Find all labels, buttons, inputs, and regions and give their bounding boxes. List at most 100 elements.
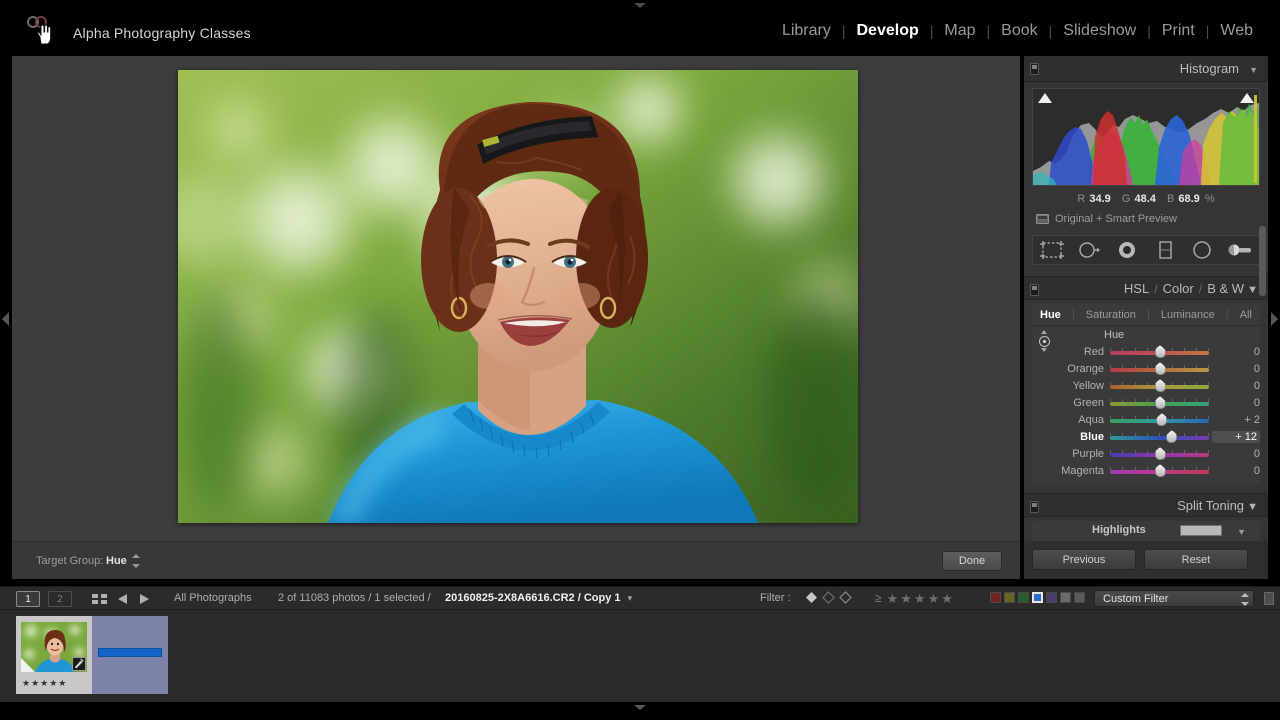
tab-luminance[interactable]: Luminance — [1161, 309, 1215, 321]
module-print[interactable]: Print — [1151, 22, 1206, 40]
module-library[interactable]: Library — [771, 22, 842, 40]
thumbnail-1[interactable]: ★★★★★ — [16, 616, 92, 694]
spot-removal-tool[interactable] — [1076, 240, 1102, 260]
hsl-slider-red[interactable]: Red 0 — [1032, 344, 1260, 361]
tab-hue[interactable]: Hue — [1040, 309, 1061, 321]
hsl-mode-color[interactable]: Color — [1163, 281, 1194, 296]
highlights-color-swatch[interactable] — [1180, 525, 1222, 536]
filter-lock-icon[interactable] — [1264, 592, 1274, 605]
module-web[interactable]: Web — [1209, 22, 1264, 40]
chevron-down-icon[interactable]: ▾ — [628, 593, 633, 603]
target-group-stepper-icon[interactable] — [132, 554, 140, 568]
star-5[interactable]: ★ — [941, 592, 953, 605]
chevron-down-icon[interactable]: ▼ — [1237, 527, 1246, 537]
hsl-slider-blue[interactable]: Blue + 12 — [1032, 429, 1260, 446]
second-screen-button[interactable]: 2 — [48, 591, 72, 607]
gray-label[interactable] — [1060, 592, 1071, 603]
split-toning-panel-header[interactable]: Split Toning ▼ — [1024, 493, 1268, 517]
crop-overlay-tool[interactable] — [1039, 240, 1065, 260]
hsl-slider-knob-yellow[interactable] — [1154, 379, 1166, 392]
rating-operator[interactable]: ≥ — [875, 591, 882, 605]
star-1[interactable]: ★ — [887, 592, 899, 605]
rejected-icon[interactable] — [839, 591, 852, 604]
chevron-down-icon[interactable]: ▼ — [1247, 284, 1258, 296]
adjustment-brush-tool[interactable] — [1227, 240, 1253, 260]
chevron-down-icon[interactable]: ▼ — [1247, 501, 1258, 513]
hsl-slider-value-red[interactable]: 0 — [1215, 346, 1260, 358]
left-panel-collapse-arrow-icon[interactable] — [2, 312, 12, 326]
go-forward-arrow-icon[interactable] — [140, 594, 149, 604]
panel-switch-icon[interactable] — [1030, 63, 1039, 75]
hsl-slider-knob-aqua[interactable] — [1156, 413, 1168, 426]
histogram-panel-header[interactable]: Histogram ▼ — [1024, 56, 1268, 82]
star-2[interactable]: ★ — [900, 592, 912, 605]
hsl-mode-bw[interactable]: B & W — [1207, 281, 1244, 296]
tab-all[interactable]: All — [1240, 309, 1252, 321]
hsl-slider-value-purple[interactable]: 0 — [1215, 448, 1260, 460]
hsl-slider-knob-orange[interactable] — [1154, 362, 1166, 375]
custom-filter-dropdown[interactable]: Custom Filter — [1094, 590, 1254, 607]
target-group-value[interactable]: Hue — [106, 555, 127, 567]
previous-button[interactable]: Previous — [1032, 549, 1136, 570]
hsl-slider-value-blue[interactable]: + 12 — [1212, 431, 1260, 443]
radial-filter-tool[interactable] — [1189, 240, 1215, 260]
highlight-clipping-indicator-icon[interactable] — [1240, 93, 1254, 103]
hsl-slider-knob-magenta[interactable] — [1154, 464, 1166, 477]
red-label[interactable] — [990, 592, 1001, 603]
module-develop[interactable]: Develop — [846, 22, 930, 40]
hsl-slider-knob-blue[interactable] — [1166, 430, 1178, 443]
top-panel-collapse-arrow-icon[interactable] — [634, 3, 646, 8]
hsl-slider-green[interactable]: Green 0 — [1032, 395, 1260, 412]
flagged-pick-icon[interactable] — [805, 591, 818, 604]
green-label[interactable] — [1018, 592, 1029, 603]
photo-portrait-image[interactable] — [178, 70, 858, 523]
hsl-slider-orange[interactable]: Orange 0 — [1032, 361, 1260, 378]
star-4[interactable]: ★ — [928, 592, 940, 605]
none-label[interactable] — [1074, 592, 1085, 603]
reset-button[interactable]: Reset — [1144, 549, 1248, 570]
purple-label[interactable] — [1046, 592, 1057, 603]
develop-adjustment-badge-icon[interactable] — [72, 657, 86, 671]
panel-switch-icon[interactable] — [1030, 501, 1039, 513]
hsl-slider-knob-purple[interactable] — [1154, 447, 1166, 460]
graduated-filter-tool[interactable] — [1152, 240, 1178, 260]
hsl-slider-value-aqua[interactable]: + 2 — [1215, 414, 1260, 426]
thumbnail-1-rating[interactable]: ★★★★★ — [22, 678, 67, 689]
right-panel-collapse-arrow-icon[interactable] — [1268, 312, 1278, 326]
hsl-slider-value-orange[interactable]: 0 — [1215, 363, 1260, 375]
unflagged-icon[interactable] — [822, 591, 835, 604]
module-slideshow[interactable]: Slideshow — [1052, 22, 1147, 40]
module-book[interactable]: Book — [990, 22, 1048, 40]
red-eye-correction-tool[interactable] — [1114, 240, 1140, 260]
hsl-slider-value-yellow[interactable]: 0 — [1215, 380, 1260, 392]
done-button[interactable]: Done — [942, 551, 1002, 571]
tab-saturation[interactable]: Saturation — [1086, 309, 1136, 321]
hsl-slider-yellow[interactable]: Yellow 0 — [1032, 378, 1260, 395]
module-map[interactable]: Map — [933, 22, 986, 40]
grid-view-icon[interactable] — [92, 594, 108, 605]
hsl-panel-header[interactable]: HSL / Color / B & W ▼ — [1024, 276, 1268, 300]
filmstrip-filename[interactable]: 20160825-2X8A6616.CR2 / Copy 1 ▾ — [445, 592, 632, 604]
main-screen-button[interactable]: 1 — [16, 591, 40, 607]
star-3[interactable]: ★ — [914, 592, 926, 605]
right-panel-scrollbar[interactable] — [1259, 226, 1266, 296]
hsl-slider-value-green[interactable]: 0 — [1215, 397, 1260, 409]
go-back-arrow-icon[interactable] — [118, 594, 127, 604]
blue-label[interactable] — [1032, 592, 1043, 603]
filmstrip-source-label[interactable]: All Photographs — [174, 592, 252, 604]
thumbnail-2[interactable] — [92, 616, 168, 694]
hsl-slider-knob-green[interactable] — [1154, 396, 1166, 409]
filmstrip-collapse-arrow-icon[interactable] — [634, 705, 646, 710]
hsl-mode-hsl[interactable]: HSL — [1124, 281, 1149, 296]
hsl-slider-aqua[interactable]: Aqua + 2 — [1032, 412, 1260, 429]
hsl-slider-purple[interactable]: Purple 0 — [1032, 446, 1260, 463]
chevron-down-icon[interactable]: ▼ — [1249, 57, 1258, 83]
histogram-graph[interactable] — [1032, 88, 1260, 186]
shadow-clipping-indicator-icon[interactable] — [1038, 93, 1052, 103]
yellow-label[interactable] — [1004, 592, 1015, 603]
hsl-slider-value-magenta[interactable]: 0 — [1215, 465, 1260, 477]
hsl-slider-knob-red[interactable] — [1154, 345, 1166, 358]
stepper-icon[interactable] — [1241, 593, 1249, 606]
panel-switch-icon[interactable] — [1030, 284, 1039, 296]
identity-plate-text[interactable]: Alpha Photography Classes — [73, 25, 251, 41]
